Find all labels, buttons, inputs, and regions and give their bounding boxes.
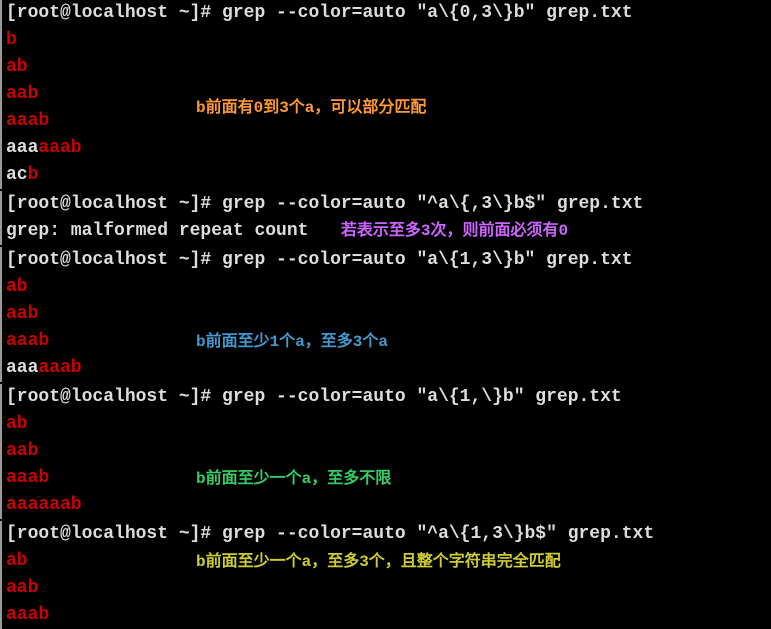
output-text: ac (6, 165, 28, 185)
output-line: grep: malformed repeat count 若表示至多3次，则前面… (6, 218, 771, 245)
output-line: ab (6, 411, 771, 438)
annotation: 若表示至多3次，则前面必须有0 (341, 222, 568, 240)
grep-match: aab (6, 578, 38, 598)
grep-match: ab (6, 551, 28, 571)
annotation: b前面有0到3个a，可以部分匹配 (196, 96, 426, 120)
output-line: ab b前面至少一个a，至多3个，且整个字符串完全匹配 (6, 548, 771, 575)
command-text: grep --color=auto "a\{1,\}b" grep.txt (222, 387, 622, 407)
output-line: ab (6, 274, 771, 301)
output-line: aab (6, 438, 771, 465)
command-line: [root@localhost ~]# grep --color=auto "^… (6, 191, 771, 218)
shell-prompt: [root@localhost ~]# (6, 387, 222, 407)
grep-match: aab (6, 84, 38, 104)
command-text: grep --color=auto "^a\{1,3\}b$" grep.txt (222, 524, 654, 544)
grep-match: aaab (6, 468, 49, 488)
shell-prompt: [root@localhost ~]# (6, 250, 222, 270)
output-line: aaab b前面至少1个a，至多3个a (6, 328, 771, 355)
grep-match: aab (6, 304, 38, 324)
grep-match: aaab (6, 111, 49, 131)
command-line: [root@localhost ~]# grep --color=auto "a… (6, 0, 771, 27)
output-line: aaab b前面至少一个a，至多不限 (6, 465, 771, 492)
output-line: b (6, 27, 771, 54)
output-text: grep: malformed repeat count (6, 221, 341, 241)
command-block: [root@localhost ~]# grep --color=auto "^… (0, 191, 771, 245)
grep-match: ab (6, 57, 28, 77)
output-line: acb (6, 162, 771, 189)
command-line: [root@localhost ~]# grep --color=auto "a… (6, 247, 771, 274)
shell-prompt: [root@localhost ~]# (6, 194, 222, 214)
grep-match: aaab (38, 358, 81, 378)
shell-prompt: [root@localhost ~]# (6, 524, 222, 544)
command-line: [root@localhost ~]# grep --color=auto "a… (6, 384, 771, 411)
annotation: b前面至少1个a，至多3个a (196, 330, 388, 354)
command-block: [root@localhost ~]# grep --color=auto "a… (0, 384, 771, 519)
grep-match: aaab (38, 138, 81, 158)
grep-match: aaaaaab (6, 495, 82, 515)
output-line: aaaaaab (6, 355, 771, 382)
grep-match: ab (6, 414, 28, 434)
grep-match: b (6, 30, 17, 50)
output-line: aaabb前面有0到3个a，可以部分匹配 (6, 108, 771, 135)
command-line: [root@localhost ~]# grep --color=auto "^… (6, 521, 771, 548)
command-text: grep --color=auto "a\{1,3\}b" grep.txt (222, 250, 632, 270)
grep-match: aab (6, 441, 38, 461)
command-block: [root@localhost ~]# grep --color=auto "^… (0, 521, 771, 629)
grep-match: aaab (6, 331, 49, 351)
command-block: [root@localhost ~]# grep --color=auto "a… (0, 0, 771, 189)
shell-prompt: [root@localhost ~]# (6, 3, 222, 23)
command-text: grep --color=auto "^a\{,3\}b$" grep.txt (222, 194, 643, 214)
output-line: aab (6, 301, 771, 328)
annotation: b前面至少一个a，至多3个，且整个字符串完全匹配 (196, 550, 561, 574)
annotation: b前面至少一个a，至多不限 (196, 467, 391, 491)
command-text: grep --color=auto "a\{0,3\}b" grep.txt (222, 3, 632, 23)
output-line: ab (6, 54, 771, 81)
output-line: aaaaaab (6, 492, 771, 519)
terminal-output: [root@localhost ~]# grep --color=auto "a… (0, 0, 771, 629)
command-block: [root@localhost ~]# grep --color=auto "a… (0, 247, 771, 382)
grep-match: aaab (6, 605, 49, 625)
output-line: aaaaaab (6, 135, 771, 162)
output-text: aaa (6, 358, 38, 378)
output-line: aaab (6, 602, 771, 629)
output-text: aaa (6, 138, 38, 158)
grep-match: ab (6, 277, 28, 297)
grep-match: b (28, 165, 39, 185)
